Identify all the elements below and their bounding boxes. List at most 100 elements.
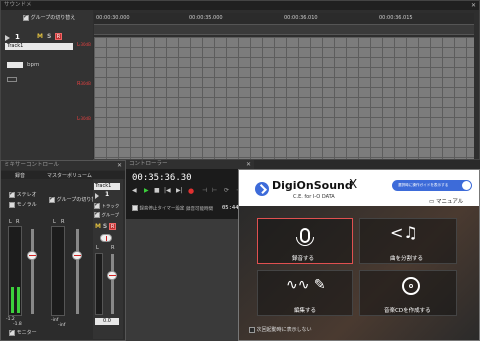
manual-link[interactable]: ▭ マニュアル xyxy=(429,197,463,205)
input-fader-knob[interactable] xyxy=(27,251,37,260)
monitor-option[interactable]: モニター xyxy=(9,328,37,336)
timecode-2: 00:00:35.000 xyxy=(189,15,223,21)
sound-window-titlebar: サウンドメ ✕ xyxy=(1,1,479,10)
group-toggle[interactable]: グループの切り替え xyxy=(23,13,75,21)
group-short-label: グループ xyxy=(101,213,120,219)
track-checkbox[interactable] xyxy=(94,201,100,209)
strip-r-label: R xyxy=(111,245,115,251)
channel-label-column: L -30dB R -30dB L -30dB xyxy=(77,38,94,158)
edit-tile[interactable]: ∿∿ ✎ 編集する xyxy=(257,270,353,316)
master-value-2: -inf xyxy=(58,323,66,328)
track-settings-icon[interactable] xyxy=(7,77,17,82)
meter-bar-r xyxy=(17,287,20,313)
solo-button[interactable]: S xyxy=(47,33,51,40)
group-short-checkbox[interactable] xyxy=(94,210,100,218)
grid-line-vertical xyxy=(310,37,311,159)
mono-checkbox[interactable] xyxy=(9,201,15,208)
grid-line-horizontal xyxy=(94,157,474,158)
marker-icon-1[interactable]: ⊣ xyxy=(202,187,207,194)
grid-line-vertical xyxy=(142,37,143,159)
waveform-grid[interactable] xyxy=(94,37,474,159)
monitor-checkbox[interactable] xyxy=(9,328,15,336)
brand-suffix: X xyxy=(349,177,358,191)
time-display: 00:35:36.30 xyxy=(132,173,192,183)
brand-subtitle: C.E. for I-O DATA xyxy=(293,194,335,200)
solo-button[interactable]: S xyxy=(103,223,107,230)
timer-label: 録音停止タイマー設定 xyxy=(139,206,185,212)
launcher-window: DigiOnSound X C.E. for I-O DATA 選択時に操作ガイ… xyxy=(238,169,480,341)
dont-show-option[interactable]: 次回起動時に表示しない xyxy=(249,326,312,333)
stop-icon[interactable]: ■ xyxy=(154,187,160,194)
grid-line-vertical xyxy=(190,37,191,159)
track-name-field[interactable]: Track1 xyxy=(5,43,73,50)
bpm-field[interactable] xyxy=(7,62,23,68)
rewind-icon[interactable]: ◀ xyxy=(132,187,137,194)
grid-line-vertical xyxy=(286,37,287,159)
grid-line-vertical xyxy=(154,37,155,159)
record-icon[interactable]: ● xyxy=(188,187,194,195)
pan-knob[interactable] xyxy=(100,234,112,242)
group-checkbox[interactable] xyxy=(23,13,29,21)
stereo-checkbox[interactable] xyxy=(9,190,15,198)
mute-button[interactable]: M xyxy=(37,33,43,40)
stereo-option[interactable]: ステレオ xyxy=(9,190,37,198)
close-icon[interactable]: ✕ xyxy=(246,160,251,169)
grid-line-vertical xyxy=(418,37,419,159)
master-l-label: L xyxy=(53,219,56,225)
marker-icon-2[interactable]: ⊢ xyxy=(212,187,217,194)
group-toggle-checkbox[interactable] xyxy=(49,195,55,203)
skip-back-icon[interactable]: |◀ xyxy=(164,187,171,194)
master-meter xyxy=(51,226,65,316)
grid-line-vertical xyxy=(370,37,371,159)
grid-line-horizontal xyxy=(94,137,474,138)
track-value-field[interactable]: 0.0 xyxy=(95,318,119,325)
guide-toggle[interactable]: 選択時に操作ガイドを表示する xyxy=(392,180,472,191)
track-number: 1 xyxy=(15,33,20,41)
grid-line-vertical xyxy=(130,37,131,159)
grid-line-vertical xyxy=(358,37,359,159)
record-column-label: 録音 xyxy=(15,173,26,179)
group-short-option[interactable]: グループ xyxy=(94,210,120,219)
split-tile[interactable]: <♫ 曲を分割する xyxy=(359,218,457,264)
master-fader-knob[interactable] xyxy=(72,251,82,260)
track-option[interactable]: トラック xyxy=(94,201,119,210)
play-icon[interactable]: ▶ xyxy=(144,187,149,194)
grid-line-vertical xyxy=(250,37,251,159)
track-fader-track xyxy=(111,254,114,314)
grid-line-horizontal xyxy=(94,127,474,128)
dont-show-label: 次回起動時に表示しない xyxy=(256,327,312,333)
mono-option[interactable]: モノラル xyxy=(9,201,37,208)
record-arm-button[interactable]: R xyxy=(55,33,62,40)
timeline-ruler[interactable]: 00:00:30.000 00:00:35.000 00:00:36.010 0… xyxy=(94,13,474,25)
grid-line-vertical xyxy=(454,37,455,159)
loop-icon[interactable]: ⟳ xyxy=(224,187,229,194)
mixer-title: ミキサーコントロール xyxy=(4,162,60,168)
book-icon: ▭ xyxy=(429,199,435,205)
transport-bar: ◀ ▶ ■ |◀ ▶| ● ⊣ ⊢ ⟳ ⊣ xyxy=(132,187,250,197)
dont-show-checkbox[interactable] xyxy=(249,326,255,333)
track-fader-knob[interactable] xyxy=(107,271,117,280)
grid-line-vertical xyxy=(262,37,263,159)
close-icon[interactable]: ✕ xyxy=(471,1,476,10)
db-label-1: -30dB xyxy=(79,42,91,47)
record-tile-label: 録音する xyxy=(292,256,315,262)
mute-button[interactable]: M xyxy=(95,223,101,230)
skip-forward-icon[interactable]: ▶| xyxy=(176,187,183,194)
launcher-header: DigiOnSound X C.E. for I-O DATA 選択時に操作ガイ… xyxy=(239,170,479,206)
record-arm-button[interactable]: R xyxy=(109,223,117,230)
play-icon[interactable] xyxy=(5,35,10,41)
controller-lower xyxy=(126,219,254,341)
controller-body: 00:35:36.30 ◀ ▶ ■ |◀ ▶| ● ⊣ ⊢ ⟳ ⊣ 録音停止タイ… xyxy=(126,169,254,219)
record-tile[interactable]: 録音する xyxy=(257,218,353,264)
grid-line-vertical xyxy=(202,37,203,159)
timer-checkbox[interactable] xyxy=(132,205,138,211)
cd-tile[interactable]: 音楽CDを作成する xyxy=(359,270,457,316)
track-msr: M S R xyxy=(95,223,117,230)
logo-icon xyxy=(255,182,269,196)
timer-option[interactable]: 録音停止タイマー設定 xyxy=(132,205,184,212)
grid-line-vertical xyxy=(274,37,275,159)
track-strip-name[interactable]: Track1 xyxy=(94,183,120,190)
play-icon[interactable] xyxy=(95,193,99,199)
close-icon[interactable]: ✕ xyxy=(117,161,122,170)
tiles-area: 録音する <♫ 曲を分割する ∿∿ ✎ 編集する 音楽CDを作成する 次回起動時… xyxy=(239,206,479,340)
